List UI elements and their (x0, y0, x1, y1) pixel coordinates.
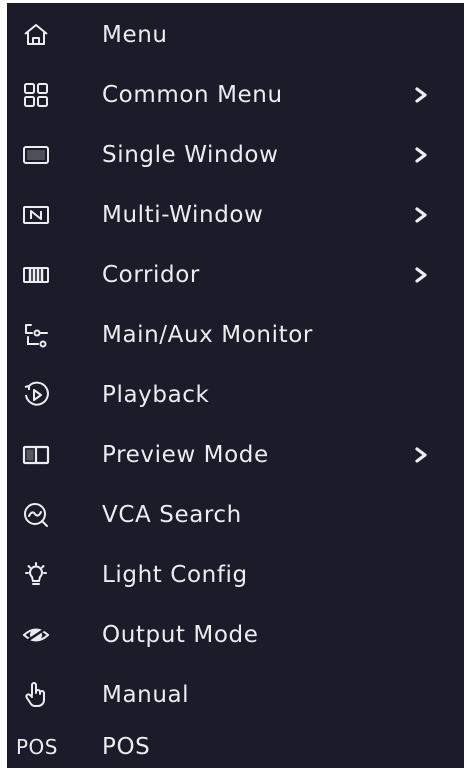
chevron-right-icon (411, 442, 431, 468)
menu-item-label: Manual (102, 682, 190, 708)
menu-item-common-menu[interactable]: Common Menu (7, 65, 464, 125)
chevron-right-icon (411, 142, 431, 168)
single-window-icon (21, 140, 51, 170)
menu-item-light-config[interactable]: Light Config (7, 545, 464, 605)
menu-item-label: Single Window (102, 142, 279, 168)
menu-item-menu[interactable]: Menu (7, 5, 464, 65)
menu-item-label: Corridor (102, 262, 200, 288)
hand-icon (21, 680, 51, 710)
menu-item-label: Common Menu (102, 82, 283, 108)
menu-item-pos[interactable]: POS POS (7, 717, 464, 777)
vca-search-icon (21, 500, 51, 530)
menu-item-label: VCA Search (102, 502, 242, 528)
menu-item-single-window[interactable]: Single Window (7, 125, 464, 185)
chevron-right-icon (411, 82, 431, 108)
playback-icon (21, 380, 51, 410)
menu-item-label: Multi-Window (102, 202, 264, 228)
menu-item-label: Output Mode (102, 622, 259, 648)
chevron-right-icon (411, 202, 431, 228)
menu-item-output-mode[interactable]: Output Mode (7, 605, 464, 665)
context-menu: Menu Common Menu Single Window Multi-Win… (7, 3, 464, 768)
output-mode-icon (21, 620, 51, 650)
menu-item-label: Menu (102, 22, 168, 48)
menu-item-multi-window[interactable]: Multi-Window (7, 185, 464, 245)
menu-item-corridor[interactable]: Corridor (7, 245, 464, 305)
main-aux-monitor-icon (21, 320, 51, 350)
menu-item-label: Playback (102, 382, 210, 408)
grid-icon (21, 80, 51, 110)
menu-item-label: Preview Mode (102, 442, 269, 468)
light-bulb-icon (21, 560, 51, 590)
menu-item-main-aux-monitor[interactable]: Main/Aux Monitor (7, 305, 464, 365)
multi-window-icon (21, 200, 51, 230)
home-icon (21, 20, 51, 50)
menu-item-label: POS (102, 734, 151, 760)
menu-item-label: Main/Aux Monitor (102, 322, 313, 348)
menu-item-manual[interactable]: Manual (7, 665, 464, 725)
pos-icon: POS (16, 735, 58, 759)
menu-item-vca-search[interactable]: VCA Search (7, 485, 464, 545)
menu-item-playback[interactable]: Playback (7, 365, 464, 425)
chevron-right-icon (411, 262, 431, 288)
menu-item-preview-mode[interactable]: Preview Mode (7, 425, 464, 485)
preview-mode-icon (21, 440, 51, 470)
corridor-icon (21, 260, 51, 290)
menu-item-label: Light Config (102, 562, 248, 588)
